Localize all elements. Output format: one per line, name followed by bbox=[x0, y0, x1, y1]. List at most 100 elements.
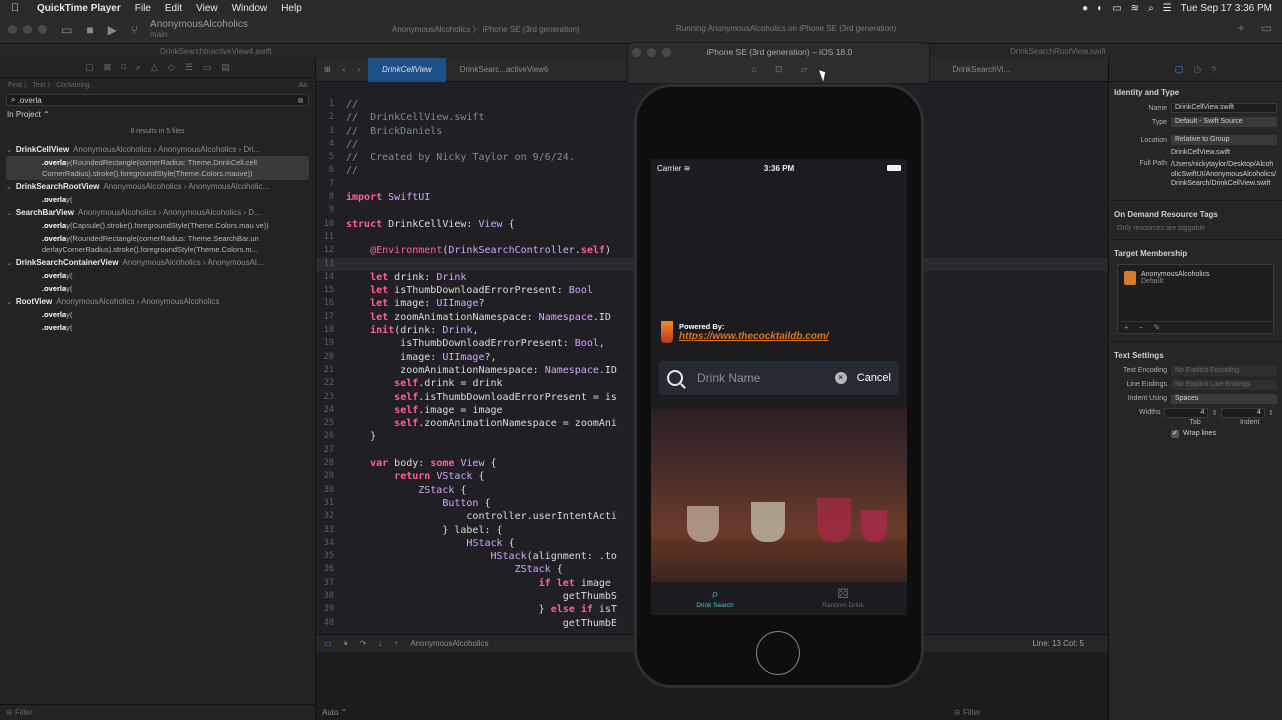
clear-icon[interactable]: ⊗ bbox=[297, 96, 304, 105]
help-icon[interactable]: ? bbox=[1211, 65, 1216, 75]
battery-icon[interactable]: ▭ bbox=[1112, 3, 1121, 14]
disclosure-icon[interactable]: ⌄ bbox=[6, 146, 12, 154]
type-select[interactable]: Default - Swift Source bbox=[1171, 117, 1277, 127]
result-file[interactable]: ⌄ DrinkSearchRootView AnonymousAlcoholics … bbox=[0, 180, 315, 193]
cocktaildb-link[interactable]: https://www.thecocktaildb.com/ bbox=[679, 331, 829, 342]
indent-select[interactable]: Spaces bbox=[1171, 393, 1277, 404]
target-item[interactable]: AnonymousAlcoholics Default bbox=[1118, 265, 1273, 291]
zoom-window-button[interactable] bbox=[38, 25, 47, 34]
run-destination[interactable]: AnonymousAlcoholics 〉 iPhone SE (3rd gen… bbox=[392, 24, 580, 35]
forward-icon[interactable]: › bbox=[349, 65, 368, 74]
report-icon[interactable]: ▤ bbox=[221, 62, 230, 73]
tab-stepper[interactable]: ⇕ bbox=[1208, 409, 1220, 417]
remove-target-icon[interactable]: − bbox=[1139, 323, 1144, 332]
tab-width-field[interactable]: 4 bbox=[1164, 407, 1209, 418]
indent-stepper[interactable]: ⇕ bbox=[1265, 409, 1277, 417]
menu-app[interactable]: QuickTime Player bbox=[30, 3, 128, 14]
wifi-icon[interactable]: ≋ bbox=[1131, 3, 1139, 14]
result-match[interactable]: .overlay( bbox=[0, 282, 315, 295]
add-target-icon[interactable]: + bbox=[1124, 323, 1129, 332]
menu-window[interactable]: Window bbox=[225, 3, 275, 14]
grid-icon[interactable]: ⊞ bbox=[316, 65, 339, 74]
pause-icon[interactable]: ⏸ bbox=[344, 639, 348, 649]
edit-target-icon[interactable]: ✎ bbox=[1153, 323, 1160, 332]
scheme-selector[interactable]: AnonymousAlcoholics main bbox=[150, 19, 248, 40]
result-match[interactable]: .overlay( bbox=[0, 308, 315, 321]
result-match[interactable]: .overlay(Capsule().stroke().foregroundSt… bbox=[0, 219, 315, 232]
location-select[interactable]: Relative to Group bbox=[1171, 135, 1277, 145]
menu-file[interactable]: File bbox=[128, 3, 158, 14]
find-options[interactable]: Find 〉 Text 〉 Containing Aa bbox=[0, 78, 315, 92]
result-file[interactable]: ⌄ DrinkSearchContainerView AnonymousAlcoho… bbox=[0, 256, 315, 269]
find-mode[interactable]: Find 〉 Text 〉 Containing bbox=[8, 80, 90, 90]
tab-drink-search[interactable]: ⌕ Drink Search bbox=[651, 582, 779, 615]
step-over-icon[interactable]: ↷ bbox=[360, 639, 367, 648]
menu-edit[interactable]: Edit bbox=[158, 3, 189, 14]
cancel-button[interactable]: Cancel bbox=[857, 372, 891, 384]
stop-icon[interactable]: ■ bbox=[86, 23, 93, 37]
screenshot-icon[interactable]: ⊡ bbox=[775, 64, 783, 75]
back-icon[interactable]: ‹ bbox=[339, 65, 350, 74]
add-icon[interactable]: + bbox=[1238, 21, 1245, 35]
result-file[interactable]: ⌄ SearchBarView AnonymousAlcoholics › Anon… bbox=[0, 206, 315, 219]
file-inspector-icon[interactable]: ▢ bbox=[1175, 64, 1184, 75]
record-icon[interactable]: ● bbox=[1082, 3, 1088, 14]
case-toggle[interactable]: Aa bbox=[298, 82, 307, 89]
tab-drinkcellview[interactable]: DrinkCellView bbox=[368, 57, 446, 82]
find-icon[interactable]: ⌕ bbox=[136, 62, 141, 73]
filter-placeholder[interactable]: Filter bbox=[15, 708, 33, 717]
home-icon[interactable]: ⌂ bbox=[752, 64, 757, 75]
navigator-filter[interactable]: ⊝ Filter bbox=[0, 704, 316, 720]
home-button[interactable] bbox=[756, 631, 800, 675]
menu-help[interactable]: Help bbox=[274, 3, 309, 14]
history-icon[interactable]: ◷ bbox=[1193, 64, 1201, 75]
result-file[interactable]: ⌄ RootView AnonymousAlcoholics › Anonymous… bbox=[0, 295, 315, 308]
apple-icon[interactable]:  bbox=[0, 2, 30, 14]
control-center-icon[interactable]: ☰ bbox=[1163, 3, 1172, 14]
debug-mode[interactable]: Auto ⌃ bbox=[322, 708, 347, 717]
inspector-toggle-icon[interactable]: ▭ bbox=[1261, 21, 1272, 35]
line-endings-select[interactable]: No Explicit Line Endings bbox=[1171, 379, 1277, 390]
step-out-icon[interactable]: ↑ bbox=[394, 639, 398, 648]
minimize-window-button[interactable] bbox=[23, 25, 32, 34]
step-in-icon[interactable]: ↓ bbox=[378, 639, 382, 648]
source-control-icon[interactable]: ⊠ bbox=[104, 62, 112, 73]
bookmark-icon[interactable]: ⌑ bbox=[121, 62, 126, 73]
drink-name-input[interactable]: Drink Name bbox=[697, 371, 760, 385]
result-match[interactable]: .overlay(RoundedRectangle(cornerRadius: … bbox=[0, 232, 315, 256]
screen-icon[interactable]: ◐ bbox=[1097, 3, 1103, 14]
encoding-select[interactable]: No Explicit Encoding bbox=[1171, 365, 1277, 376]
breakpoint-icon[interactable]: ▭ bbox=[203, 62, 212, 73]
result-match[interactable]: .overlay(RoundedRectangle(cornerRadius: … bbox=[6, 156, 309, 180]
result-match[interactable]: .overlay( bbox=[0, 269, 315, 282]
indent-width-field[interactable]: 4 bbox=[1220, 407, 1265, 418]
clock[interactable]: Tue Sep 17 3:36 PM bbox=[1181, 3, 1272, 14]
result-match[interactable]: .overlay( bbox=[0, 321, 315, 334]
find-query[interactable]: .overla bbox=[18, 96, 42, 105]
debug-icon[interactable]: ☰ bbox=[185, 62, 193, 73]
name-field[interactable]: DrinkCellView.swift bbox=[1171, 103, 1277, 113]
tab-random-drink[interactable]: ⚄ Random Drink bbox=[779, 582, 907, 615]
rotate-icon[interactable]: ▱ bbox=[801, 64, 808, 75]
issue-icon[interactable]: △ bbox=[151, 62, 158, 73]
disclosure-icon[interactable]: ⌄ bbox=[6, 209, 12, 217]
tab-drinksearchview[interactable]: DrinkSearchVi... bbox=[939, 58, 1025, 82]
disclosure-icon[interactable]: ⌄ bbox=[6, 259, 12, 267]
search-icon[interactable]: ⌕ bbox=[1148, 3, 1154, 14]
close-window-button[interactable] bbox=[8, 25, 17, 34]
clear-search-icon[interactable]: × bbox=[834, 372, 847, 384]
result-match[interactable]: .overlay( bbox=[0, 193, 315, 206]
disclosure-icon[interactable]: ⌄ bbox=[6, 298, 12, 306]
run-icon[interactable]: ▶ bbox=[108, 23, 117, 37]
find-scope[interactable]: In Project ⌃ bbox=[0, 108, 315, 121]
console-filter[interactable]: ⊝ Filter bbox=[954, 708, 981, 717]
find-input[interactable]: ⌕ .overla ⊗ bbox=[6, 94, 309, 106]
disclosure-icon[interactable]: ⌄ bbox=[6, 183, 12, 191]
menu-view[interactable]: View bbox=[189, 3, 225, 14]
wrap-checkbox[interactable]: ✓ bbox=[1171, 429, 1179, 438]
folder-icon[interactable]: ▢ bbox=[85, 62, 94, 73]
test-icon[interactable]: ◇ bbox=[168, 62, 175, 73]
result-file[interactable]: ⌄ DrinkCellView AnonymousAlcoholics › Anon… bbox=[0, 143, 315, 156]
debug-toggle-icon[interactable]: ▭ bbox=[324, 639, 332, 648]
tab-drinksearch-inactive[interactable]: DrinkSearc...activeView6 bbox=[446, 58, 563, 82]
